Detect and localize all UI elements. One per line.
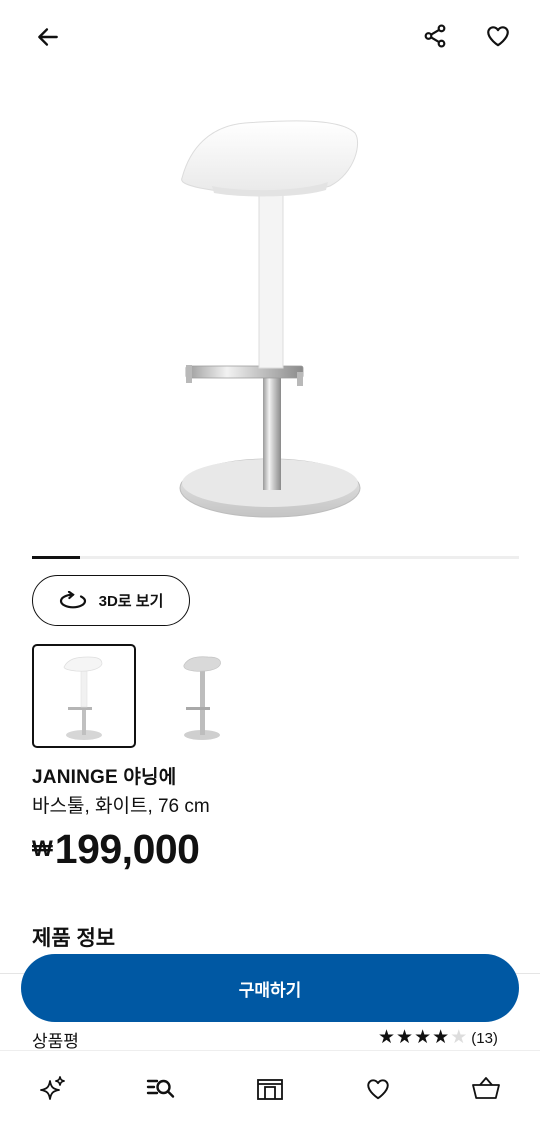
star-icon: ★ — [414, 1027, 432, 1048]
view-3d-button[interactable]: 3D로 보기 — [32, 575, 190, 626]
store-icon — [257, 1079, 283, 1100]
star-icon: ★ — [396, 1027, 414, 1048]
review-count: (13) — [471, 1029, 498, 1047]
price-amount: 199,000 — [54, 826, 200, 872]
product-info-heading[interactable]: 제품 정보 — [32, 922, 115, 952]
buy-button[interactable]: 구매하기 — [21, 954, 519, 1022]
product-main-image[interactable] — [0, 78, 540, 538]
product-name: JANINGE 야닝에 — [32, 767, 177, 788]
gallery-progress-track — [32, 556, 519, 559]
nav-stores[interactable] — [248, 1069, 292, 1109]
nav-search-products[interactable] — [139, 1069, 183, 1109]
nav-inspiration[interactable] — [31, 1069, 75, 1109]
bottom-navigation — [0, 1050, 540, 1126]
star-icon: ★ — [432, 1027, 450, 1048]
star-icon: ★ — [378, 1027, 396, 1048]
rotate-3d-icon — [59, 590, 86, 608]
rating-stars[interactable]: ★ ★ ★ ★ ★ (13) — [378, 1027, 498, 1049]
view-3d-label: 3D로 보기 — [98, 593, 164, 610]
product-thumbnail-image — [183, 656, 221, 740]
heart-icon — [487, 26, 509, 47]
star-empty-icon: ★ — [450, 1027, 468, 1048]
product-description: 바스툴, 화이트, 76 cm — [32, 796, 210, 817]
reviews-label[interactable]: 상품평 — [32, 1027, 79, 1052]
nav-favorites[interactable] — [356, 1069, 400, 1109]
thumbnail-white[interactable] — [32, 644, 136, 748]
heart-icon — [367, 1079, 389, 1100]
thumbnail-silver[interactable] — [148, 644, 252, 748]
product-thumbnail-image — [63, 656, 103, 740]
share-icon — [424, 24, 446, 48]
basket-icon — [472, 1077, 500, 1099]
share-button[interactable] — [415, 16, 455, 56]
search-list-icon — [146, 1079, 175, 1098]
arrow-left-icon — [38, 28, 58, 46]
nav-basket[interactable] — [464, 1069, 508, 1109]
back-button[interactable] — [28, 17, 68, 57]
gallery-progress-indicator — [32, 556, 80, 559]
product-price: ₩ 199,000 — [32, 826, 200, 873]
sparkle-icon — [40, 1076, 65, 1100]
price-currency: ₩ — [32, 836, 53, 861]
buy-button-label: 구매하기 — [238, 980, 302, 1000]
favorite-button[interactable] — [478, 16, 518, 56]
